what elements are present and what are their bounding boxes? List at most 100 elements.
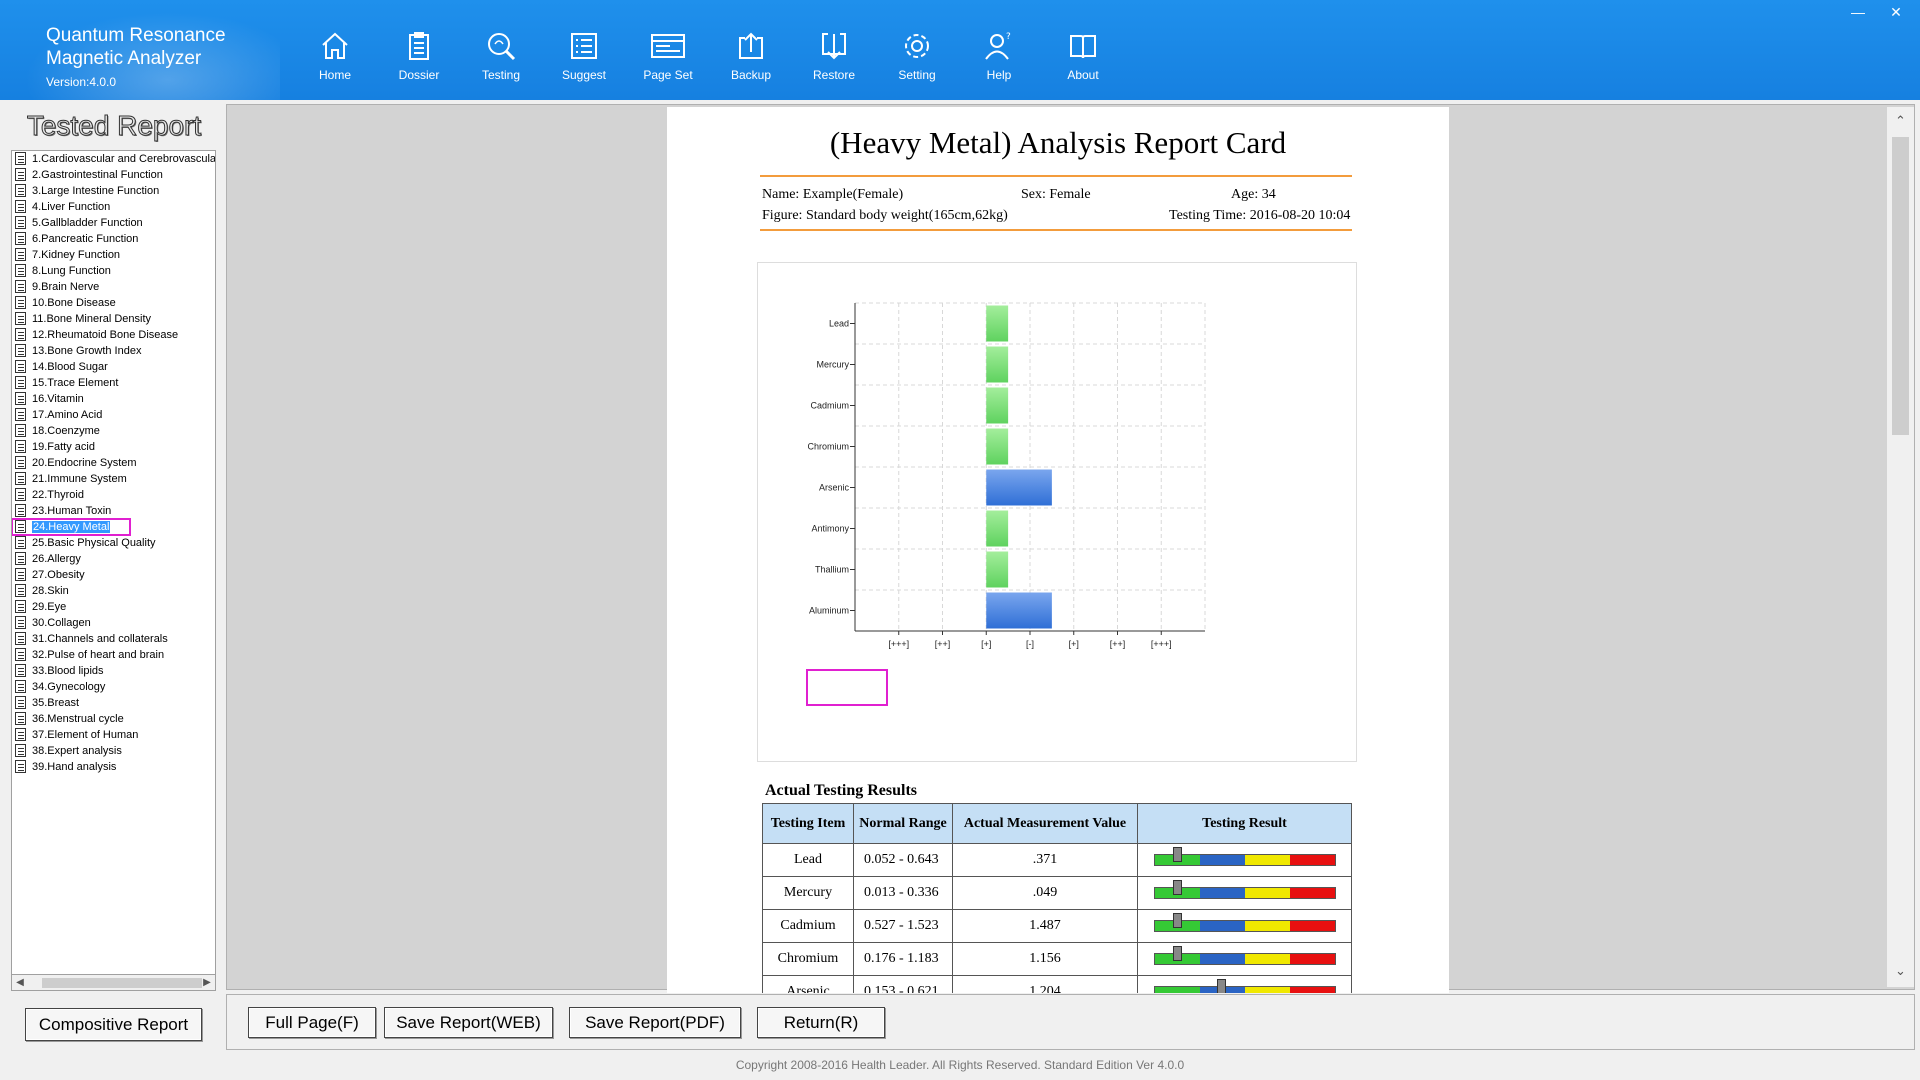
toolbar-about-button[interactable]: About xyxy=(1041,24,1125,90)
tree-item[interactable]: 8.Lung Function xyxy=(12,263,215,279)
tree-item[interactable]: 2.Gastrointestinal Function xyxy=(12,167,215,183)
tree-item[interactable]: 10.Bone Disease xyxy=(12,295,215,311)
gauge-segment xyxy=(1244,921,1290,931)
report-document-icon xyxy=(15,664,26,677)
tree-item[interactable]: 9.Brain Nerve xyxy=(12,279,215,295)
toolbar-testing-button[interactable]: Testing xyxy=(459,24,543,90)
tree-item-label: 3.Large Intestine Function xyxy=(32,185,160,197)
divider xyxy=(760,175,1352,177)
tree-item[interactable]: 22.Thyroid xyxy=(12,487,215,503)
tree-item[interactable]: 34.Gynecology xyxy=(12,679,215,695)
report-tree[interactable]: 1.Cardiovascular and Cerebrovascular 2.Ga… xyxy=(11,150,216,984)
tree-item[interactable]: 38.Expert analysis xyxy=(12,743,215,759)
tree-item[interactable]: 19.Fatty acid xyxy=(12,439,215,455)
tree-item[interactable]: 33.Blood lipids xyxy=(12,663,215,679)
toolbar-restore-button[interactable]: Restore xyxy=(792,24,876,90)
tree-item[interactable]: 14.Blood Sugar xyxy=(12,359,215,375)
gauge-segment xyxy=(1289,855,1335,865)
toolbar-backup-button[interactable]: Backup xyxy=(709,24,793,90)
toolbar-page-set-button[interactable]: Page Set xyxy=(626,24,710,90)
scroll-right-icon[interactable]: ▶ xyxy=(199,975,215,990)
y-tick-label: Lead xyxy=(829,319,849,329)
copyright-footer: Copyright 2008-2016 Health Leader. All R… xyxy=(735,1058,1185,1072)
testing-time: Testing Time: 2016-08-20 10:04 xyxy=(1169,208,1351,223)
tree-item[interactable]: 35.Breast xyxy=(12,695,215,711)
toolbar-setting-button[interactable]: Setting xyxy=(875,24,959,90)
tree-item[interactable]: 11.Bone Mineral Density xyxy=(12,311,215,327)
tree-item[interactable]: 29.Eye xyxy=(12,599,215,615)
toolbar-home-button[interactable]: Home xyxy=(293,24,377,90)
tree-item[interactable]: 24.Heavy Metal xyxy=(12,518,131,536)
tree-item[interactable]: 17.Amino Acid xyxy=(12,407,215,423)
gauge-pointer-icon xyxy=(1173,880,1183,895)
toolbar-dossier-button[interactable]: Dossier xyxy=(377,24,461,90)
tree-item[interactable]: 3.Large Intestine Function xyxy=(12,183,215,199)
results-body: Lead 0.052 - 0.643.371 Mercury 0.013 - 0.33… xyxy=(762,843,1352,993)
tree-item[interactable]: 6.Pancreatic Function xyxy=(12,231,215,247)
tree-item-label: 21.Immune System xyxy=(32,473,127,485)
toolbar-label: Setting xyxy=(898,68,936,82)
compositive-report-button[interactable]: Compositive Report xyxy=(25,1008,202,1041)
tree-item[interactable]: 28.Skin xyxy=(12,583,215,599)
page-set-icon xyxy=(651,34,685,58)
app-title-line1: Quantum Resonance xyxy=(46,25,226,46)
vertical-scrollbar[interactable]: ⌃ ⌄ xyxy=(1887,107,1914,987)
cell-value: 1.204 xyxy=(952,975,1138,993)
tree-item[interactable]: 26.Allergy xyxy=(12,551,215,567)
gauge-segment xyxy=(1199,954,1245,964)
tree-item[interactable]: 20.Endocrine System xyxy=(12,455,215,471)
bar-arsenic xyxy=(986,469,1052,506)
tree-item[interactable]: 5.Gallbladder Function xyxy=(12,215,215,231)
toolbar-label: Testing xyxy=(481,68,521,82)
tree-item[interactable]: 39.Hand analysis xyxy=(12,759,215,775)
full-page-button[interactable]: Full Page(F) xyxy=(248,1007,376,1038)
tree-item[interactable]: 7.Kidney Function xyxy=(12,247,215,263)
return-button[interactable]: Return(R) xyxy=(757,1007,885,1038)
report-viewer: (Heavy Metal) Analysis Report Card Name:… xyxy=(226,104,1915,993)
toolbar-help-button[interactable]: ? Help xyxy=(957,24,1041,90)
cell-range: 0.153 - 0.621 xyxy=(853,975,953,993)
scroll-down-icon[interactable]: ⌄ xyxy=(1887,963,1914,983)
tree-item[interactable]: 27.Obesity xyxy=(12,567,215,583)
cell-result xyxy=(1137,876,1352,910)
tree-item[interactable]: 30.Collagen xyxy=(12,615,215,631)
toolbar-label: Page Set xyxy=(643,68,693,82)
tree-item[interactable]: 15.Trace Element xyxy=(12,375,215,391)
tree-item[interactable]: 37.Element of Human xyxy=(12,727,215,743)
tree-item[interactable]: 31.Channels and collaterals xyxy=(12,631,215,647)
y-tick-label: Aluminum xyxy=(809,606,849,616)
horizontal-scrollbar[interactable]: ◀ ▶ xyxy=(11,974,216,991)
cell-result xyxy=(1137,975,1352,993)
tree-item[interactable]: 13.Bone Growth Index xyxy=(12,343,215,359)
y-tick-label: Arsenic xyxy=(819,483,850,493)
gauge-segment xyxy=(1244,987,1290,993)
scrollbar-thumb[interactable] xyxy=(1892,137,1909,435)
report-document-icon xyxy=(15,360,26,373)
about-icon xyxy=(1070,35,1096,59)
tree-item[interactable]: 21.Immune System xyxy=(12,471,215,487)
scrollbar-thumb[interactable] xyxy=(42,978,202,988)
tree-item[interactable]: 25.Basic Physical Quality xyxy=(12,535,215,551)
tree-item[interactable]: 1.Cardiovascular and Cerebrovascular xyxy=(12,151,215,167)
tree-item[interactable]: 12.Rheumatoid Bone Disease xyxy=(12,327,215,343)
tree-item[interactable]: 32.Pulse of heart and brain xyxy=(12,647,215,663)
save-report-web-button[interactable]: Save Report(WEB) xyxy=(384,1007,553,1038)
minimize-icon: — xyxy=(1851,4,1865,20)
save-report-pdf-button[interactable]: Save Report(PDF) xyxy=(569,1007,741,1038)
scroll-up-icon[interactable]: ⌃ xyxy=(1887,113,1914,133)
gauge-segment xyxy=(1244,888,1290,898)
tree-item-label: 27.Obesity xyxy=(32,569,85,581)
toolbar-suggest-button[interactable]: Suggest xyxy=(542,24,626,90)
tree-item-label: 14.Blood Sugar xyxy=(32,361,108,373)
tree-item[interactable]: 16.Vitamin xyxy=(12,391,215,407)
close-button[interactable]: ✕ xyxy=(1885,3,1907,21)
tree-item[interactable]: 18.Coenzyme xyxy=(12,423,215,439)
tree-item[interactable]: 23.Human Toxin xyxy=(12,503,215,519)
tree-item-label: 31.Channels and collaterals xyxy=(32,633,168,645)
tree-item[interactable]: 4.Liver Function xyxy=(12,199,215,215)
tree-item[interactable]: 36.Menstrual cycle xyxy=(12,711,215,727)
report-document-icon xyxy=(15,488,26,501)
minimize-button[interactable]: — xyxy=(1847,3,1869,21)
report-document-icon xyxy=(15,328,26,341)
scroll-left-icon[interactable]: ◀ xyxy=(12,975,28,990)
